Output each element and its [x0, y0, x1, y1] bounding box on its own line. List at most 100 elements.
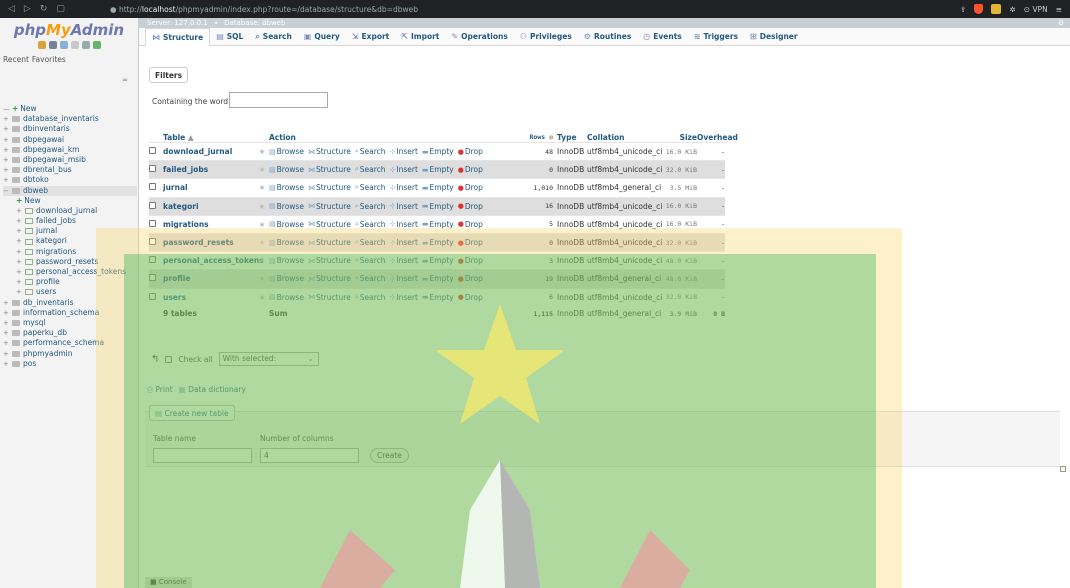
row-checkbox[interactable]: [149, 147, 156, 155]
tab-import[interactable]: ⇱ Import: [395, 28, 445, 46]
browse-action[interactable]: ▤ Browse: [269, 220, 304, 229]
row-checkbox[interactable]: [149, 238, 156, 246]
tree-table-migrations[interactable]: + migrations: [3, 247, 137, 257]
tree-db-active[interactable]: − dbweb: [3, 185, 137, 196]
tree-table-jurnal[interactable]: + jurnal: [3, 226, 137, 236]
columns-input[interactable]: 4: [260, 448, 359, 463]
browse-action[interactable]: ▤ Browse: [269, 256, 304, 265]
table-size[interactable]: 32.0 KiB: [659, 293, 697, 301]
home-icon[interactable]: [37, 41, 46, 49]
page-settings-icon[interactable]: ⚙: [1058, 19, 1070, 27]
browse-action[interactable]: ▤ Browse: [269, 274, 304, 283]
tab-privileges[interactable]: ⚇ Privileges: [514, 28, 578, 46]
tree-expand-icon[interactable]: +: [3, 155, 12, 165]
favorite-star-icon[interactable]: ★: [255, 256, 269, 265]
structure-action[interactable]: ⋈ Structure: [308, 238, 351, 247]
insert-action[interactable]: ⊹ Insert: [390, 238, 418, 247]
tree-table-new[interactable]: + New: [3, 196, 137, 206]
browse-action[interactable]: ▤ Browse: [269, 238, 304, 247]
tree-db-pos[interactable]: + pos: [3, 359, 137, 369]
empty-action[interactable]: ▬ Empty: [422, 202, 454, 211]
tab-search[interactable]: ⌕ Search: [249, 28, 298, 46]
tree-expand-icon[interactable]: +: [3, 165, 12, 175]
tree-db-dbtoko[interactable]: + dbtoko: [3, 175, 137, 185]
row-checkbox[interactable]: [149, 201, 156, 209]
header-type[interactable]: Type: [553, 133, 587, 142]
search-action[interactable]: ⌕ Search: [355, 183, 386, 192]
vpn-button[interactable]: ⊙ VPN: [1024, 5, 1048, 14]
extension-icon[interactable]: [991, 4, 1002, 14]
tree-expand-icon[interactable]: +: [16, 257, 25, 267]
drop-action[interactable]: ● Drop: [458, 256, 483, 265]
create-table-legend[interactable]: ▤ Create new table: [149, 405, 235, 421]
structure-action[interactable]: ⋈ Structure: [308, 147, 351, 156]
insert-action[interactable]: ⊹ Insert: [390, 165, 418, 174]
drop-action[interactable]: ● Drop: [458, 202, 483, 211]
collation[interactable]: utf8mb4_unicode_ci: [587, 293, 662, 302]
favorites-tab[interactable]: Favorites: [32, 55, 66, 64]
table-name-link[interactable]: download_jurnal: [163, 147, 255, 156]
collation[interactable]: utf8mb4_general_ci: [587, 274, 661, 283]
back-icon[interactable]: ◁: [8, 4, 15, 14]
tree-expand-icon[interactable]: +: [3, 145, 12, 155]
tree-table-password_resets[interactable]: + password_resets: [3, 257, 137, 267]
tab-designer[interactable]: ⊞ Designer: [744, 28, 804, 46]
favorite-star-icon[interactable]: ★: [255, 183, 269, 192]
table-name-link[interactable]: profile: [163, 274, 255, 283]
reload-icon[interactable]: ↻: [40, 4, 48, 14]
tree-expand-icon[interactable]: +: [3, 124, 12, 134]
tab-triggers[interactable]: ≋ Triggers: [688, 28, 744, 46]
row-checkbox[interactable]: [149, 292, 156, 300]
logout-icon[interactable]: [48, 41, 57, 49]
favorite-star-icon[interactable]: ★: [255, 220, 269, 229]
tree-db-information_schema[interactable]: + information_schema: [3, 308, 137, 318]
empty-action[interactable]: ▬ Empty: [422, 293, 454, 302]
drop-action[interactable]: ● Drop: [458, 274, 483, 283]
tree-db-performance_schema[interactable]: + performance_schema: [3, 338, 137, 348]
recent-tab[interactable]: Recent: [3, 55, 29, 64]
collation[interactable]: utf8mb4_unicode_ci: [587, 202, 662, 211]
brave-shield-icon[interactable]: [974, 4, 984, 14]
query-window-icon[interactable]: [59, 41, 68, 49]
tab-export[interactable]: ⇲ Export: [346, 28, 395, 46]
check-all-checkbox[interactable]: [165, 355, 173, 363]
collapse-all-icon[interactable]: ∞: [122, 76, 128, 84]
table-size[interactable]: 3.5 MiB: [659, 184, 697, 192]
row-checkbox[interactable]: [149, 274, 156, 282]
tree-expand-icon[interactable]: +: [16, 236, 25, 246]
address-bar[interactable]: ● http://localhost/phpmyadmin/index.php?…: [110, 5, 960, 14]
table-size[interactable]: 16.0 KiB: [659, 220, 697, 228]
empty-action[interactable]: ▬ Empty: [422, 183, 454, 192]
insert-action[interactable]: ⊹ Insert: [390, 202, 418, 211]
table-name-link[interactable]: password_resets: [163, 238, 255, 247]
header-table[interactable]: Table ▲: [163, 133, 255, 142]
tree-expand-icon[interactable]: +: [3, 318, 12, 328]
table-name-link[interactable]: jurnal: [163, 183, 255, 192]
header-rows[interactable]: Rows ◍: [509, 133, 554, 141]
tab-operations[interactable]: ✎ Operations: [445, 28, 513, 46]
tree-expand-icon[interactable]: +: [3, 308, 12, 318]
browse-action[interactable]: ▤ Browse: [269, 293, 304, 302]
filter-input[interactable]: [229, 92, 328, 108]
header-collation[interactable]: Collation: [587, 133, 659, 142]
structure-action[interactable]: ⋈ Structure: [308, 274, 351, 283]
table-size[interactable]: 48.0 KiB: [659, 275, 697, 283]
tree-table-kategori[interactable]: + kategori: [3, 236, 137, 246]
insert-action[interactable]: ⊹ Insert: [390, 147, 418, 156]
favorite-star-icon[interactable]: ★: [255, 293, 269, 302]
tree-db-phpmyadmin[interactable]: + phpmyadmin: [3, 349, 137, 359]
table-name-link[interactable]: users: [163, 293, 255, 302]
favorite-star-icon[interactable]: ★: [255, 147, 269, 156]
structure-action[interactable]: ⋈ Structure: [308, 165, 351, 174]
drop-action[interactable]: ● Drop: [458, 238, 483, 247]
tree-expand-icon[interactable]: +: [3, 135, 12, 145]
tree-expand-icon[interactable]: +: [16, 277, 25, 287]
drop-action[interactable]: ● Drop: [458, 183, 483, 192]
tree-db-paperku_db[interactable]: + paperku_db: [3, 328, 137, 338]
tree-expand-icon[interactable]: +: [16, 247, 25, 257]
tree-expand-icon[interactable]: +: [16, 206, 25, 216]
reload-nav-icon[interactable]: [92, 41, 101, 49]
bookmark-icon[interactable]: ▢: [56, 4, 65, 14]
tree-table-failed_jobs[interactable]: + failed_jobs: [3, 216, 137, 226]
drop-action[interactable]: ● Drop: [458, 165, 483, 174]
